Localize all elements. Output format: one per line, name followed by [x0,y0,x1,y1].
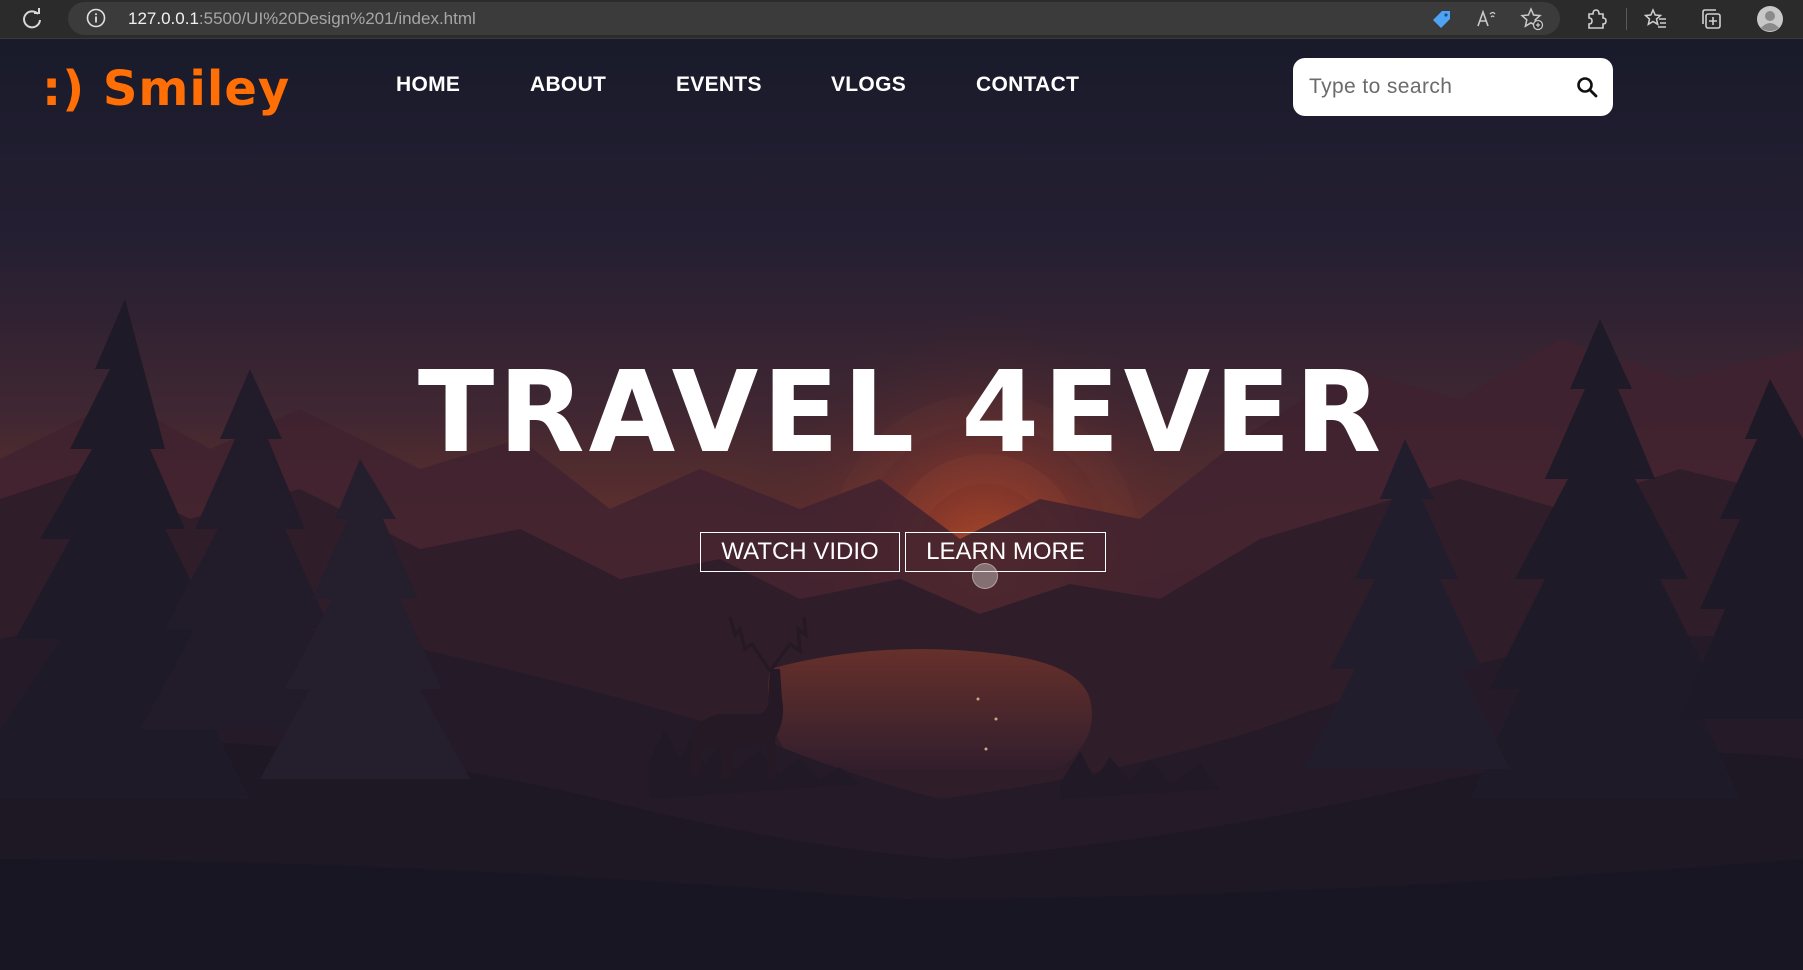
sunset-landscape-background [0,39,1803,970]
read-aloud-icon[interactable] [1473,5,1501,33]
mouse-cursor-highlight [972,563,998,589]
search-input[interactable] [1293,58,1563,116]
url-path: :5500/UI%20Design%201/index.html [198,9,476,28]
nav-contact[interactable]: CONTACT [976,73,1079,97]
hero-title: TRAVEL 4EVER [417,348,1386,478]
search-icon[interactable] [1573,73,1601,101]
reload-icon[interactable] [18,5,46,33]
add-favorite-icon[interactable] [1518,5,1546,33]
learn-more-button[interactable]: LEARN MORE [905,532,1106,572]
toolbar-separator [1626,8,1627,30]
nav-events[interactable]: EVENTS [676,73,762,97]
search-box [1293,58,1613,116]
nav-about[interactable]: ABOUT [530,73,606,97]
collections-icon[interactable] [1697,5,1725,33]
url-text: 127.0.0.1:5500/UI%20Design%201/index.htm… [128,9,476,29]
profile-icon[interactable] [1756,5,1784,33]
web-page: :) Smiley HOME ABOUT EVENTS VLOGS CONTAC… [0,39,1803,970]
address-bar[interactable]: 127.0.0.1:5500/UI%20Design%201/index.htm… [68,2,1560,35]
nav-home[interactable]: HOME [396,73,460,97]
favorites-icon[interactable] [1642,5,1670,33]
coupon-tag-icon[interactable] [1428,5,1456,33]
extensions-icon[interactable] [1582,5,1610,33]
url-host: 127.0.0.1 [128,9,199,28]
nav-vlogs[interactable]: VLOGS [831,73,906,97]
browser-toolbar: 127.0.0.1:5500/UI%20Design%201/index.htm… [0,0,1803,39]
site-logo[interactable]: :) Smiley [42,61,290,117]
site-info-icon[interactable] [86,8,106,28]
watch-video-button[interactable]: WATCH VIDIO [700,532,900,572]
